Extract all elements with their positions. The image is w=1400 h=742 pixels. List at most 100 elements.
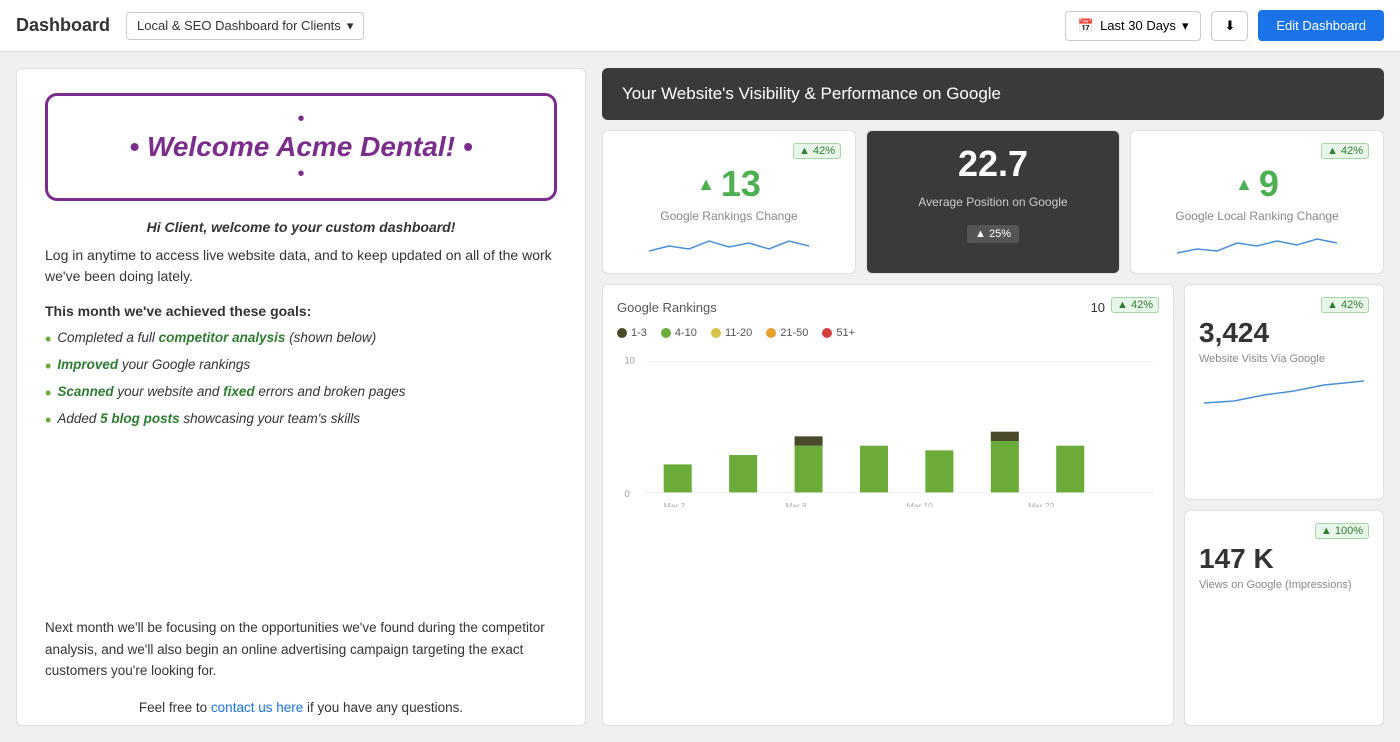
download-button[interactable]: ⬇ [1211,11,1248,41]
goal-bold-1: competitor analysis [159,330,286,345]
chart-area: 10 0 [617,347,1159,713]
badge-rankings-chart: ▲ 42% [1111,297,1159,313]
mini-chart-rankings [617,231,841,261]
visibility-header: Your Website's Visibility & Performance … [602,68,1384,120]
legend-label-11-20: 11-20 [725,327,752,339]
goal-text-2: Improved your Google rankings [57,356,250,375]
legend-dot-21-50 [766,328,776,338]
legend-label-21-50: 21-50 [780,327,808,339]
badge-avg-position: ▲ 25% [967,225,1019,243]
badge-visits: ▲ 42% [1321,297,1369,313]
stat-label-avg-position: Average Position on Google [881,195,1105,209]
stat-number-rankings-change: ▲ 13 [617,163,841,205]
side-card-visits: ▲ 42% 3,424 Website Visits Via Google [1184,284,1384,500]
bullet-icon: • [45,330,51,348]
stat-card-avg-position: 22.7 Average Position on Google ▲ 25% [866,130,1120,274]
download-icon: ⬇ [1224,18,1235,33]
welcome-text: • Welcome Acme Dental! • [68,131,534,163]
stat-label-local-ranking: Google Local Ranking Change [1145,209,1369,223]
badge-local-ranking: ▲ 42% [1321,143,1369,159]
dashboard-dropdown[interactable]: Local & SEO Dashboard for Clients ▾ [126,12,364,40]
header: Dashboard Local & SEO Dashboard for Clie… [0,0,1400,52]
chevron-down-icon: ▾ [1182,18,1189,34]
bullet-icon: • [45,357,51,375]
edit-dashboard-button[interactable]: Edit Dashboard [1258,10,1384,41]
visits-mini-chart [1199,373,1369,408]
rankings-change-value: 13 [721,163,761,205]
dashboard-label: Local & SEO Dashboard for Clients [137,18,341,33]
hi-client-text: Hi Client, welcome to your custom dashbo… [45,219,557,235]
triangle-up-icon: ▲ [697,174,715,195]
list-item: • Completed a full competitor analysis (… [45,329,557,348]
legend-dot-4-10 [661,328,671,338]
visits-label: Website Visits Via Google [1199,353,1369,365]
svg-text:Mar 8: Mar 8 [785,501,807,507]
legend-dot-51plus [822,328,832,338]
stat-card-rankings-change: ▲ 42% ▲ 13 Google Rankings Change [602,130,856,274]
badge-impressions: ▲ 100% [1315,523,1369,539]
stats-row: ▲ 42% ▲ 13 Google Rankings Change 22.7 [602,130,1384,274]
goal-bold-4: 5 blog posts [100,411,180,426]
legend-item-1-3: 1-3 [617,327,647,339]
rankings-count-value: 10 [1091,300,1105,315]
goal-text-4: Added 5 blog posts showcasing your team'… [57,410,360,429]
rankings-count-area: 10 ▲ 42% [1091,297,1159,317]
contact-prefix: Feel free to [139,700,211,715]
impressions-label: Views on Google (Impressions) [1199,579,1369,591]
svg-text:10: 10 [624,355,634,365]
impressions-value: 147 K [1199,543,1369,575]
svg-text:Mar 22: Mar 22 [1028,501,1054,507]
legend-dot-1-3 [617,328,627,338]
rankings-chart-svg: 10 0 [617,347,1159,507]
bullet-icon: • [45,384,51,402]
rankings-header: Google Rankings 10 ▲ 42% [617,297,1159,317]
next-month-text: Next month we'll be focusing on the oppo… [45,617,557,682]
stat-card-local-ranking: ▲ 42% ▲ 9 Google Local Ranking Change [1130,130,1384,274]
legend-item-51plus: 51+ [822,327,855,339]
header-title: Dashboard [16,15,110,36]
last30-label: Last 30 Days [1100,18,1176,33]
badge-rankings-change: ▲ 42% [793,143,841,159]
goals-list: • Completed a full competitor analysis (… [45,329,557,429]
legend-label-4-10: 4-10 [675,327,697,339]
contact-suffix: if you have any questions. [307,700,463,715]
calendar-icon: 📅 [1078,18,1094,34]
stat-number-local-ranking: ▲ 9 [1145,163,1369,205]
goal-text-3: Scanned your website and fixed errors an… [57,383,405,402]
description-text: Log in anytime to access live website da… [45,245,557,287]
stat-label-rankings-change: Google Rankings Change [617,209,841,223]
contact-link[interactable]: contact us here [211,700,303,715]
stat-number-avg-position: 22.7 [958,143,1028,185]
local-ranking-value: 9 [1259,163,1279,205]
sincerely-text: Sincerely, [45,725,557,726]
mini-chart-local [1145,231,1369,261]
triangle-up-icon: ▲ [1235,174,1253,195]
legend-item-4-10: 4-10 [661,327,697,339]
side-card-impressions: ▲ 100% 147 K Views on Google (Impression… [1184,510,1384,726]
rankings-title: Google Rankings [617,300,717,315]
legend-item-11-20: 11-20 [711,327,752,339]
svg-text:Mar 10: Mar 10 [907,501,933,507]
left-panel: • Welcome Acme Dental! • Hi Client, welc… [16,68,586,726]
goal-bold-3: Scanned [57,384,113,399]
list-item: • Added 5 blog posts showcasing your tea… [45,410,557,429]
main-content: • Welcome Acme Dental! • Hi Client, welc… [0,52,1400,742]
goal-bold-3b: fixed [223,384,255,399]
side-cards: ▲ 42% 3,424 Website Visits Via Google ▲ … [1184,284,1384,726]
legend-dot-11-20 [711,328,721,338]
svg-text:0: 0 [624,489,629,499]
list-item: • Improved your Google rankings [45,356,557,375]
header-right: 📅 Last 30 Days ▾ ⬇ Edit Dashboard [1065,10,1384,41]
right-panel: Your Website's Visibility & Performance … [602,68,1384,726]
svg-text:Mar 2: Mar 2 [664,501,686,507]
goal-text-1: Completed a full competitor analysis (sh… [57,329,376,348]
list-item: • Scanned your website and fixed errors … [45,383,557,402]
bottom-row: Google Rankings 10 ▲ 42% 1-3 4-10 [602,284,1384,726]
contact-line: Feel free to contact us here if you have… [45,700,557,715]
legend-label-1-3: 1-3 [631,327,647,339]
goals-heading: This month we've achieved these goals: [45,303,557,319]
last30-button[interactable]: 📅 Last 30 Days ▾ [1065,11,1202,41]
goal-bold-2: Improved [57,357,118,372]
rankings-chart-card: Google Rankings 10 ▲ 42% 1-3 4-10 [602,284,1174,726]
legend-item-21-50: 21-50 [766,327,808,339]
